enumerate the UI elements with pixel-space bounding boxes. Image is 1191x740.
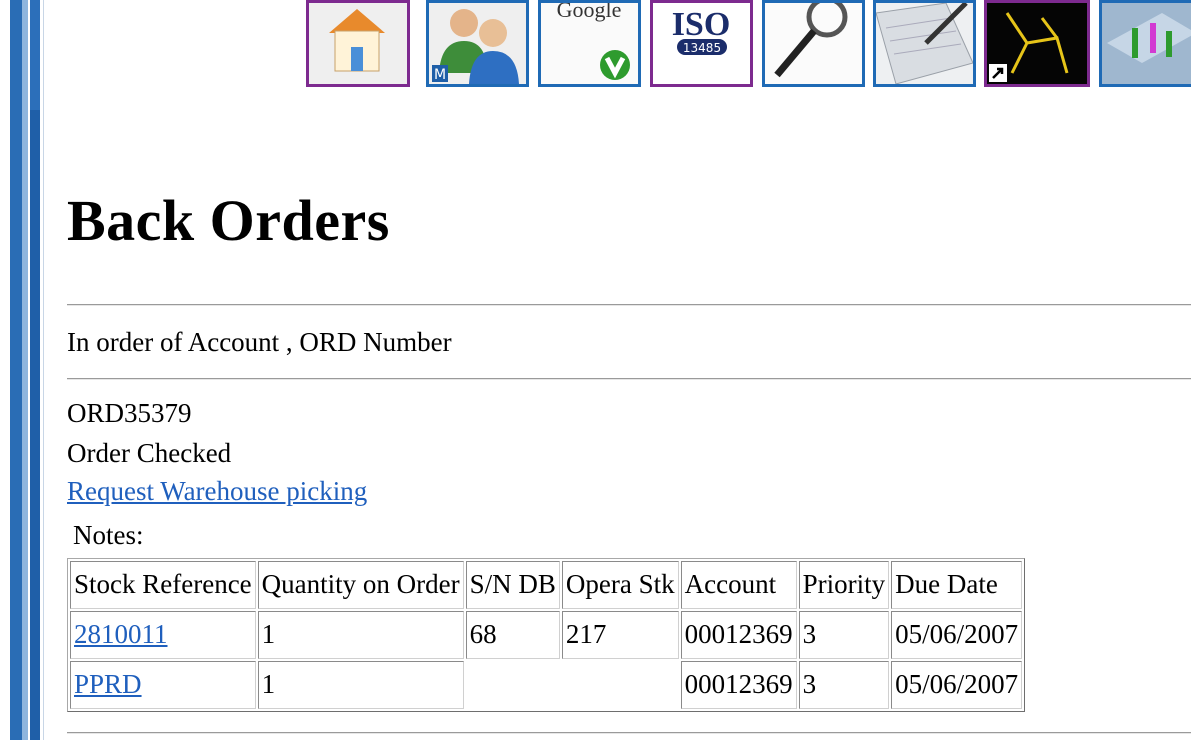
magnifier-icon (765, 3, 862, 84)
column-header: Account (680, 561, 797, 609)
sn-db-cell (466, 661, 560, 709)
opera-stk-cell: 217 (561, 611, 679, 659)
divider (67, 378, 1191, 380)
iso-button[interactable]: ISO 13485 (650, 0, 753, 87)
column-header: Due Date (891, 561, 1023, 609)
column-header: Stock Reference (70, 561, 256, 609)
iso-icon-subtext: 13485 (683, 41, 721, 55)
column-header: Priority (798, 561, 890, 609)
due-date-cell: 05/06/2007 (891, 661, 1023, 709)
quantity-cell: 1 (257, 611, 464, 659)
chart-icon (1102, 3, 1191, 84)
sn-db-cell: 68 (465, 611, 560, 659)
table-row: PPRD 1 00012369 3 05/06/2007 (70, 661, 1023, 709)
page-title: Back Orders (67, 188, 390, 253)
column-header: S/N DB (465, 561, 560, 609)
back-orders-table: Stock Reference Quantity on Order S/N DB… (67, 558, 1026, 712)
shortcut-button[interactable] (984, 0, 1090, 87)
notes-label: Notes: (73, 520, 144, 550)
window-frame-left (0, 0, 48, 740)
frame-border (10, 0, 22, 740)
due-date-cell: 05/06/2007 (891, 611, 1023, 659)
icon-toolbar: M Google ISO 13485 (306, 0, 1191, 90)
request-warehouse-picking-link[interactable]: Request Warehouse picking (67, 476, 367, 507)
scrollbar-thumb[interactable] (30, 0, 40, 110)
users-button[interactable]: M (426, 0, 529, 87)
table-header-row: Stock Reference Quantity on Order S/N DB… (70, 561, 1023, 609)
shortcut-icon (987, 3, 1087, 84)
chart-button[interactable] (1099, 0, 1191, 87)
order-status: Order Checked (67, 438, 232, 468)
notepad-icon (876, 3, 973, 84)
priority-cell: 3 (798, 661, 890, 709)
divider (67, 304, 1191, 306)
google-button[interactable]: Google (538, 0, 641, 87)
stock-reference-link[interactable]: PPRD (74, 669, 142, 699)
column-header: Opera Stk (561, 561, 679, 609)
opera-stk-cell (562, 661, 679, 709)
quantity-cell: 1 (257, 661, 464, 709)
home-button[interactable] (306, 0, 410, 87)
users-icon: M (429, 3, 526, 84)
account-cell: 00012369 (680, 611, 797, 659)
stock-reference-link[interactable]: 2810011 (74, 619, 168, 649)
stock-reference-cell: PPRD (70, 661, 256, 709)
iso-icon-text: ISO (672, 6, 731, 43)
scrollbar-track[interactable] (30, 0, 40, 740)
table-row: 2810011 1 68 217 00012369 3 05/06/2007 (70, 611, 1023, 659)
frame-highlight (22, 0, 28, 740)
search-button[interactable] (762, 0, 865, 87)
frame-edge (43, 0, 44, 740)
home-icon (309, 3, 407, 84)
iso-icon: ISO 13485 (653, 3, 750, 84)
column-header: Quantity on Order (257, 561, 464, 609)
sort-caption: In order of Account , ORD Number (67, 327, 452, 357)
stock-reference-cell: 2810011 (70, 611, 256, 659)
divider (67, 732, 1191, 734)
notepad-button[interactable] (873, 0, 976, 87)
priority-cell: 3 (798, 611, 890, 659)
google-icon: Google (541, 3, 638, 84)
order-number: ORD35379 (67, 398, 192, 428)
account-cell: 00012369 (680, 661, 797, 709)
google-icon-text: Google (557, 3, 622, 22)
svg-text:M: M (434, 67, 446, 83)
